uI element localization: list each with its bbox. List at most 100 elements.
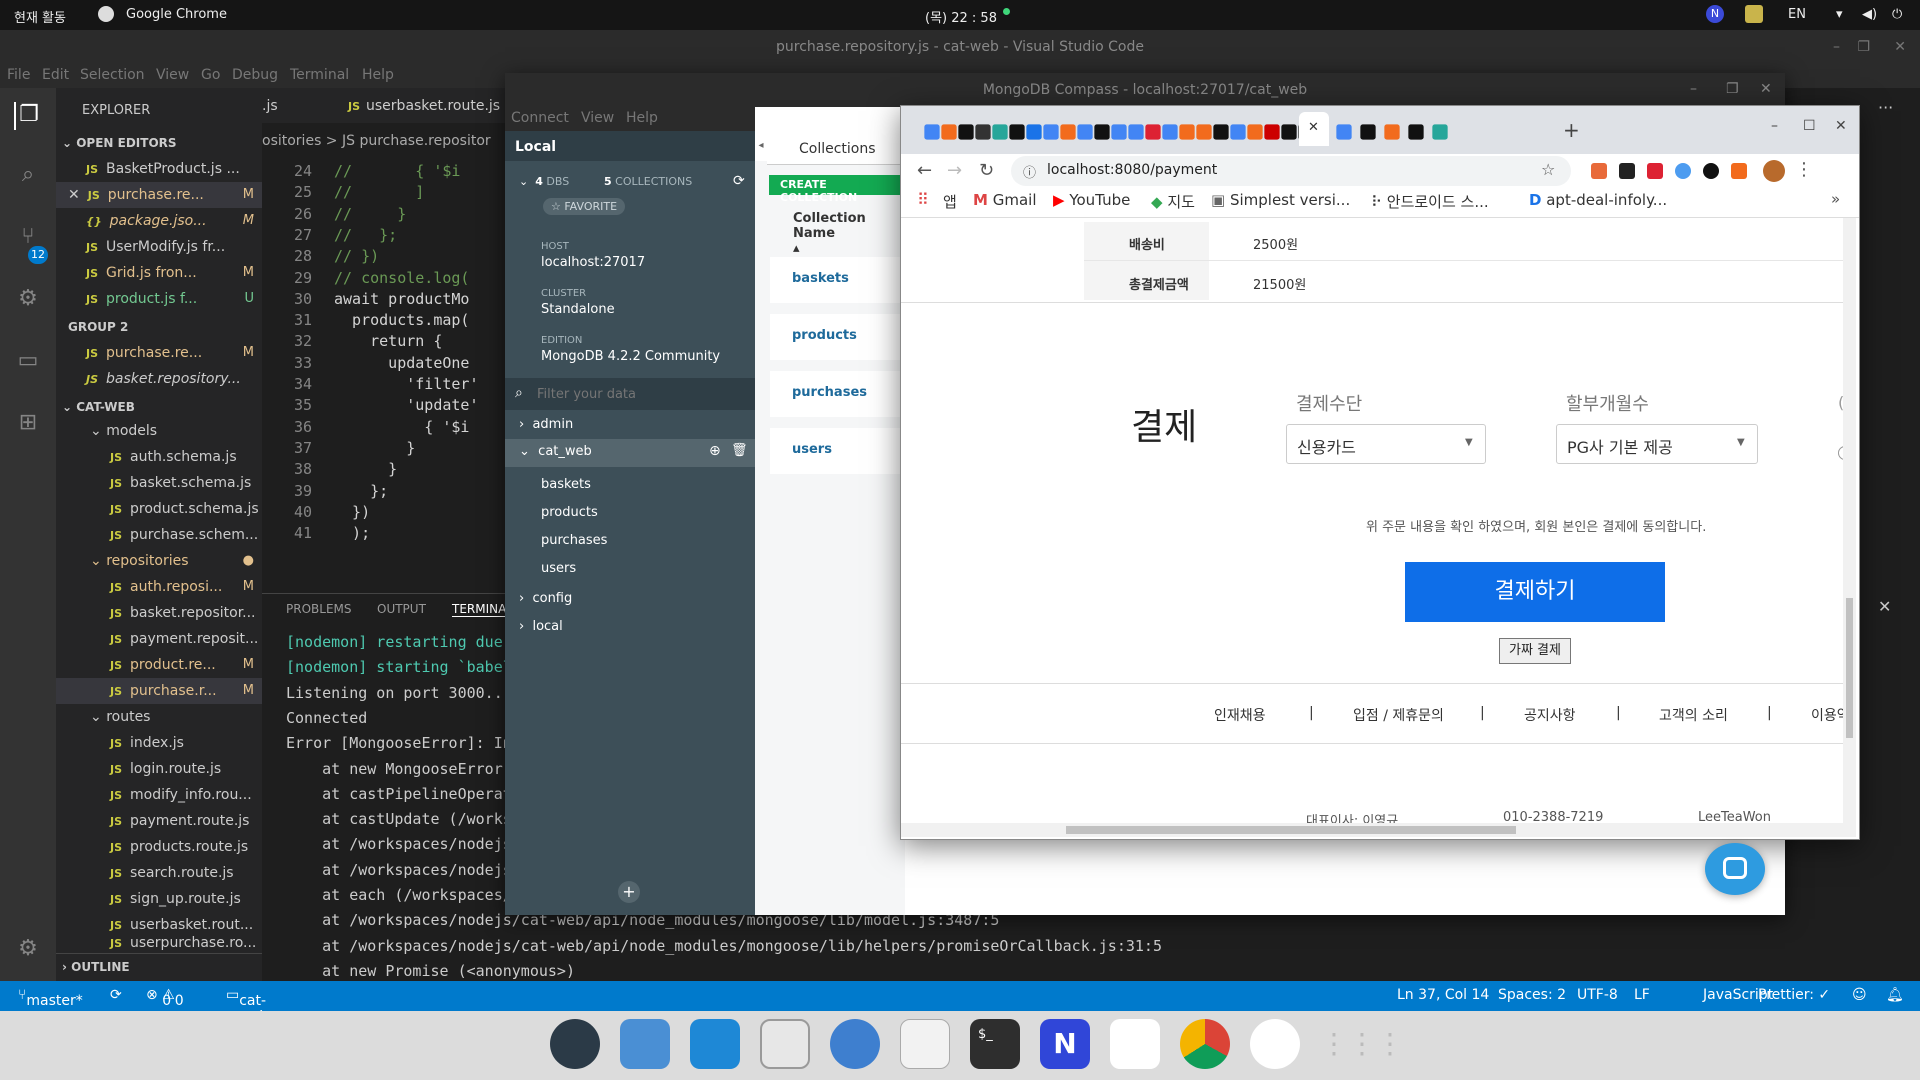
notion-tray-icon[interactable]: N [1706, 5, 1724, 23]
tab-favicon-icon[interactable] [941, 124, 957, 140]
profile-avatar[interactable] [1763, 160, 1785, 182]
tab-favicon-icon[interactable] [1060, 124, 1076, 140]
terminal-dock-icon[interactable]: $_ [970, 1019, 1020, 1069]
language-indicator[interactable]: EN [1788, 7, 1806, 22]
open-editor-item[interactable]: JS Grid.js fron... M [56, 260, 262, 286]
chrome-dock-icon[interactable] [1180, 1019, 1230, 1069]
code-line[interactable]: 26 // } [262, 205, 507, 227]
fake-pay-button[interactable]: 가짜 결제 [1499, 638, 1571, 664]
tree-folder-models[interactable]: ⌄ models [56, 418, 262, 444]
footer-link-notice[interactable]: 공지사항 [1524, 705, 1576, 725]
document-viewer-icon[interactable] [620, 1019, 670, 1069]
db-admin[interactable]: › admin [519, 417, 573, 432]
power-icon[interactable]: ⏻ [1892, 7, 1902, 22]
db-config[interactable]: › config [519, 591, 572, 606]
tab-favicon-icon[interactable] [1264, 124, 1280, 140]
code-line[interactable]: 29 // console.log( [262, 269, 507, 291]
add-collection-icon[interactable]: ⊕ [709, 443, 721, 459]
tab-favicon-icon[interactable] [1408, 124, 1424, 140]
code-line[interactable]: 38 } [262, 460, 507, 482]
menu-terminal[interactable]: Terminal [290, 67, 349, 83]
new-tab-button[interactable]: + [1563, 118, 1580, 142]
tree-file[interactable]: JS products.route.js [56, 834, 262, 860]
weather-tray-icon[interactable] [1745, 5, 1763, 23]
tab-favicon-icon[interactable] [1077, 124, 1093, 140]
omnibox[interactable]: ⓘ localhost:8080/payment ☆ [1011, 156, 1571, 186]
slack-icon[interactable] [1110, 1019, 1160, 1069]
refresh-icon[interactable]: ⟳ [733, 173, 745, 189]
forward-icon[interactable]: → [947, 160, 962, 181]
extension-icon[interactable] [1675, 163, 1691, 179]
open-editor-item-active[interactable]: ✕ JS purchase.re... M [56, 182, 262, 208]
tab-favicon-icon[interactable] [1384, 124, 1400, 140]
tab-favicon-icon[interactable] [975, 124, 991, 140]
project-header[interactable]: ⌄ CAT-WEB [56, 394, 262, 420]
extension-icon[interactable] [1731, 163, 1747, 179]
open-editor-item[interactable]: JS product.js f... U [56, 286, 262, 312]
code-line[interactable]: 34 'filter' [262, 375, 507, 397]
tree-file[interactable]: JS payment.reposit... [56, 626, 262, 652]
bookmarks-overflow-icon[interactable]: » [1831, 190, 1840, 208]
notion-extension-icon[interactable] [1619, 163, 1635, 179]
extension-icon[interactable] [1647, 163, 1663, 179]
code-line[interactable]: 37 } [262, 439, 507, 461]
code-line[interactable]: 40 }) [262, 503, 507, 525]
footer-link-careers[interactable]: 인재채용 [1214, 705, 1266, 725]
chat-widget-button[interactable] [1705, 843, 1765, 895]
url-text[interactable]: localhost:8080/payment [1047, 162, 1217, 178]
tree-file[interactable]: JS index.js [56, 730, 262, 756]
installment-select[interactable]: PG사 기본 제공 ▼ [1556, 424, 1758, 464]
menu-help[interactable]: Help [362, 67, 394, 83]
feedback-icon[interactable]: ☺ [1852, 987, 1867, 1003]
footer-link-partnership[interactable]: 입점 / 제휴문의 [1353, 705, 1444, 725]
collapse-sidebar-icon[interactable]: ◂ [755, 131, 767, 161]
create-collection-button[interactable]: CREATE COLLECTION [769, 175, 909, 204]
tree-folder-routes[interactable]: ⌄ routes [56, 704, 262, 730]
collection-item[interactable]: products [541, 505, 598, 520]
chrome-close-icon[interactable]: ✕ [1835, 118, 1847, 134]
collection-item[interactable]: baskets [541, 477, 591, 492]
close-icon[interactable]: ✕ [1894, 30, 1906, 64]
tab-favicon-icon[interactable] [1196, 124, 1212, 140]
tree-file[interactable]: JS modify_info.rou... [56, 782, 262, 808]
encoding[interactable]: UTF-8 [1577, 987, 1618, 1003]
tab-favicon-icon[interactable] [1230, 124, 1246, 140]
back-icon[interactable]: ← [917, 160, 932, 181]
focused-app-name[interactable]: Google Chrome [126, 7, 227, 22]
tree-file[interactable]: JS search.route.js [56, 860, 262, 886]
collections-tab[interactable]: Collections [767, 131, 907, 165]
tree-file[interactable]: JS login.route.js [56, 756, 262, 782]
bookmark-item[interactable]: ▣ Simplest versi... [1211, 191, 1350, 209]
db-cat-web[interactable]: ⌄ cat_web ⊕ 🗑︎ [505, 439, 755, 467]
method-select[interactable]: 신용카드 ▼ [1286, 424, 1486, 464]
instance-name[interactable]: Local [505, 131, 755, 161]
tab-favicon-icon[interactable] [1281, 124, 1297, 140]
active-tab[interactable]: ✕ [1299, 112, 1329, 146]
tree-file[interactable]: JS auth.schema.js [56, 444, 262, 470]
tab-favicon-icon[interactable] [1162, 124, 1178, 140]
open-editor-item[interactable]: JS BasketProduct.js ... [56, 156, 262, 182]
tab-favicon-icon[interactable] [958, 124, 974, 140]
extension-icon[interactable] [1703, 163, 1719, 179]
code-line[interactable]: 35 'update' [262, 396, 507, 418]
menu-view[interactable]: View [156, 67, 189, 83]
disk-usage-icon[interactable] [550, 1019, 600, 1069]
apps-grid-icon[interactable]: ⠿ [917, 190, 929, 209]
tree-file[interactable]: JS basket.schema.js [56, 470, 262, 496]
pay-button[interactable]: 결제하기 [1405, 562, 1665, 622]
open-editor-item[interactable]: {} package.jso... M [56, 208, 262, 234]
menu-file[interactable]: File [7, 67, 30, 83]
tab-favicon-icon[interactable] [1128, 124, 1144, 140]
tree-folder-repositories[interactable]: ⌄ repositories ● [56, 548, 262, 574]
collection-row[interactable]: products [770, 314, 910, 360]
db-local[interactable]: › local [519, 619, 563, 634]
tab-favicon-icon[interactable] [1111, 124, 1127, 140]
bookmark-youtube[interactable]: ▶ YouTube [1053, 191, 1130, 209]
explorer-icon[interactable]: ❐ [14, 102, 42, 130]
show-applications-icon[interactable]: ⋮⋮⋮ [1320, 1019, 1404, 1069]
reload-icon[interactable]: ↻ [979, 160, 994, 181]
chrome-minimize-icon[interactable]: – [1771, 118, 1778, 134]
group2-item[interactable]: JS purchase.re... M [56, 340, 262, 366]
remote-explorer-icon[interactable]: ▭ [14, 348, 42, 376]
tab-favicon-icon[interactable] [1213, 124, 1229, 140]
